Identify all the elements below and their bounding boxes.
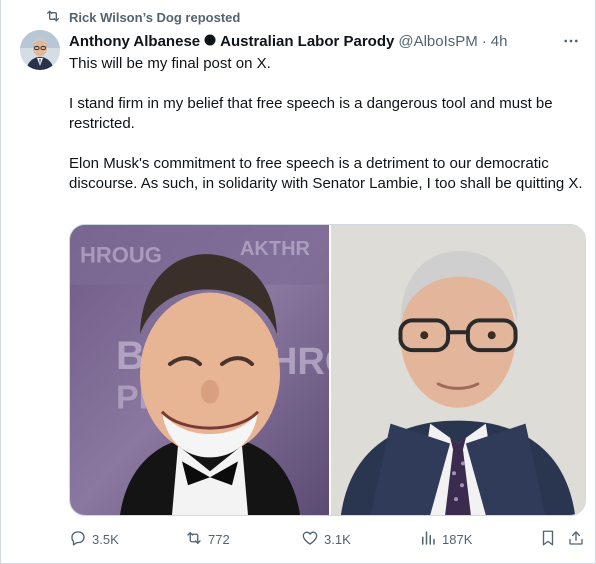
tweet-text: This will be my final post on X. I stand… (69, 54, 584, 194)
like-button[interactable]: 3.1K (301, 528, 351, 550)
heart-icon (301, 529, 319, 550)
reply-count: 3.5K (92, 531, 119, 547)
views-button[interactable]: 187K (419, 528, 472, 550)
repost-context-text: Rick Wilson’s Dog reposted (69, 9, 241, 25)
black-circle-icon (204, 33, 216, 50)
bookmark-icon (539, 529, 557, 550)
tweet-paragraph: This will be my final post on X. (69, 55, 271, 72)
share-icon (567, 529, 585, 550)
tweet-paragraph: I stand firm in my belief that free spee… (69, 95, 553, 132)
tweet-actions: 3.5K 772 3.1K 187K (69, 528, 586, 550)
parody-label[interactable]: Australian Labor Parody (220, 33, 394, 50)
tweet-card[interactable]: Rick Wilson’s Dog reposted Anthony Alban… (0, 0, 596, 564)
handle[interactable]: @AlboIsPM (398, 33, 477, 50)
repost-icon (45, 8, 61, 27)
display-name[interactable]: Anthony Albanese (69, 33, 200, 50)
like-count: 3.1K (324, 531, 351, 547)
share-button[interactable] (567, 528, 585, 550)
timestamp[interactable]: 4h (491, 33, 508, 50)
repost-context[interactable]: Rick Wilson’s Dog reposted (45, 8, 240, 26)
repost-button[interactable]: 772 (185, 528, 230, 550)
views-count: 187K (442, 531, 473, 547)
svg-text:HROUG: HROUG (80, 243, 162, 268)
bookmark-button[interactable] (539, 528, 557, 550)
photo-laughing-man-tuxedo[interactable]: HROUG AKTHR HRO B PI (70, 225, 329, 515)
svg-text:AKTHR: AKTHR (240, 238, 310, 260)
reply-button[interactable]: 3.5K (69, 528, 119, 550)
repost-count: 772 (208, 531, 230, 547)
separator-dot: · (481, 32, 487, 50)
tweet-header: Anthony Albanese Australian Labor Parody… (69, 31, 507, 51)
views-icon (419, 529, 437, 550)
tweet-paragraph: Elon Musk's commitment to free speech is… (69, 155, 583, 192)
repost-icon (185, 529, 203, 550)
tweet-media[interactable]: HROUG AKTHR HRO B PI (69, 224, 586, 516)
avatar[interactable] (20, 30, 60, 70)
reply-icon (69, 529, 87, 550)
photo-man-glasses-suit[interactable] (329, 225, 585, 515)
more-horizontal-icon[interactable] (561, 32, 581, 50)
